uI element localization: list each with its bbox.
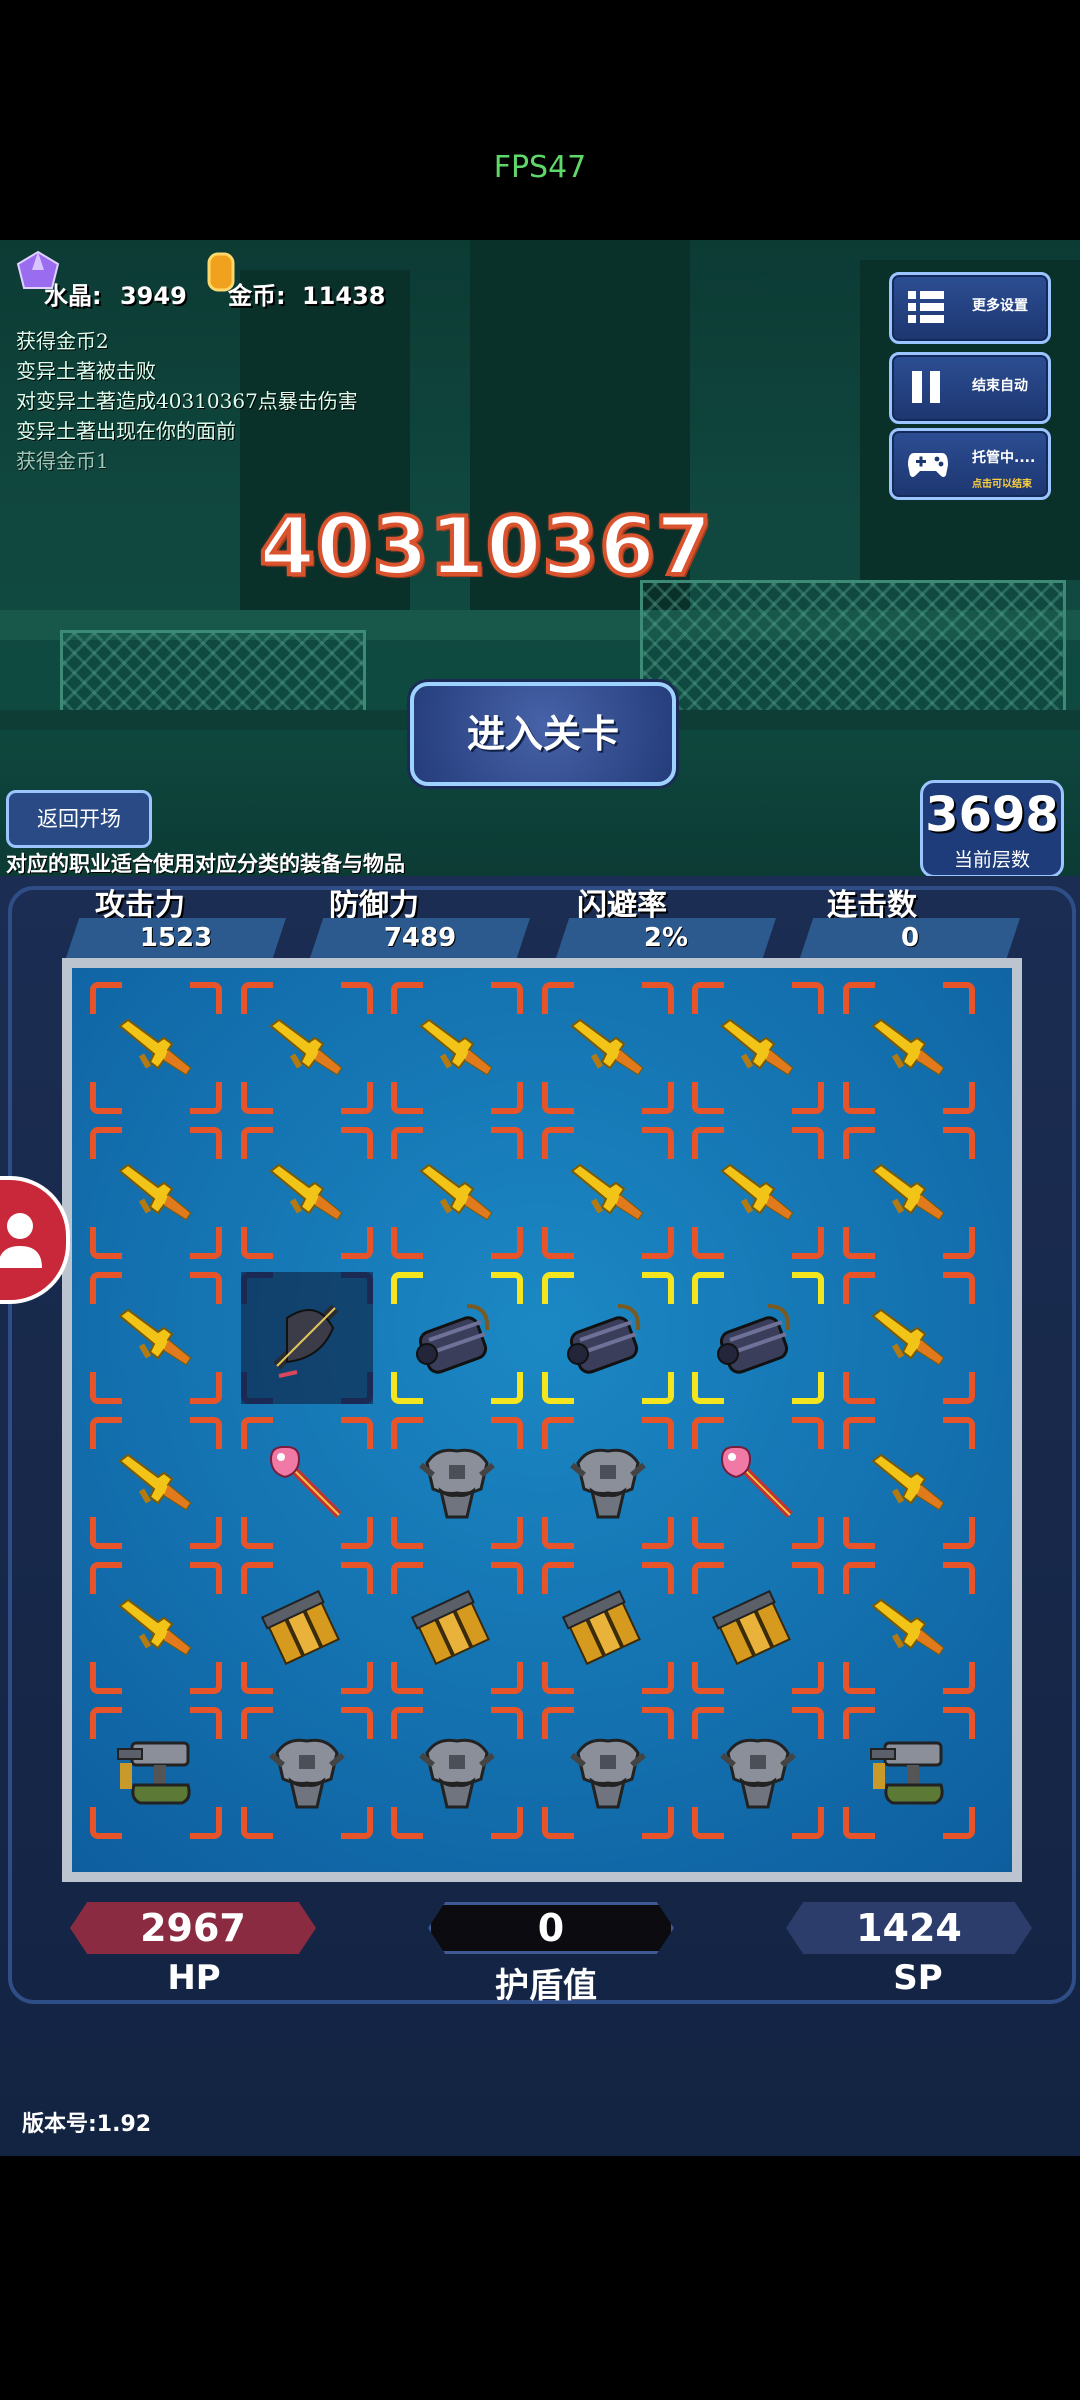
pause-icon: [906, 367, 946, 407]
inventory-slot[interactable]: [692, 1417, 824, 1549]
user-icon: [0, 1213, 42, 1268]
inventory-slot[interactable]: [90, 1272, 222, 1404]
inventory-slot[interactable]: [90, 1417, 222, 1549]
inventory-slot[interactable]: [541, 1417, 674, 1549]
managed-sub-label: 点击可以结束: [972, 479, 1032, 490]
log-line: 获得金币1: [16, 449, 109, 473]
gamepad-icon: [906, 443, 948, 483]
inventory-slot[interactable]: [692, 1562, 824, 1694]
sp-value: 1424: [856, 1906, 962, 1950]
defense-label: 防御力: [329, 888, 419, 923]
inventory-slot[interactable]: [90, 1127, 222, 1259]
shield-bar: 0: [428, 1902, 674, 1954]
combo-label: 连击数: [827, 888, 917, 923]
attack-label: 攻击力: [95, 888, 185, 923]
inventory-slot[interactable]: [391, 982, 523, 1114]
log-line: 变异土著出现在你的面前: [16, 419, 236, 443]
dodge-label: 闪避率: [577, 888, 667, 923]
crystal-value: 3949: [119, 282, 187, 310]
back-to-start-button[interactable]: 返回开场: [6, 790, 152, 848]
inventory-slot[interactable]: [90, 1562, 222, 1694]
inventory-slot[interactable]: [240, 1562, 373, 1694]
inventory-slot[interactable]: [692, 1272, 824, 1404]
inventory-grid: [62, 958, 1022, 1882]
more-settings-label: 更多设置: [972, 298, 1028, 314]
battle-log: 获得金币2 变异土著被击败 对变异土著造成40310367点暴击伤害 变异土著出…: [16, 326, 358, 476]
floor-counter: 3698 当前层数: [920, 780, 1064, 878]
dodge-value: 2%: [556, 918, 776, 958]
shield-value: 0: [537, 1906, 565, 1950]
inventory-slot[interactable]: [391, 1272, 523, 1404]
inventory-slot[interactable]: [541, 1562, 674, 1694]
more-settings-button[interactable]: 更多设置: [889, 272, 1051, 344]
inventory-slot[interactable]: [692, 1707, 824, 1839]
inventory-slot[interactable]: [842, 1272, 975, 1404]
list-icon: [906, 287, 946, 327]
inventory-slot[interactable]: [842, 1127, 975, 1259]
inventory-slot[interactable]: [90, 982, 222, 1114]
inventory-slot[interactable]: [391, 1127, 523, 1259]
log-line: 获得金币2: [16, 329, 109, 353]
inventory-slot[interactable]: [240, 982, 373, 1114]
sp-bar: 1424: [786, 1902, 1032, 1954]
crystal-label: 水晶:: [44, 282, 102, 310]
end-auto-button[interactable]: 结束自动: [889, 352, 1051, 424]
inventory-slot[interactable]: [240, 1417, 373, 1549]
version-label: 版本号:1.92: [22, 2112, 152, 2137]
class-tip: 对应的职业适合使用对应分类的装备与物品: [6, 852, 405, 876]
inventory-slot[interactable]: [842, 1562, 975, 1694]
managed-label: 托管中....: [972, 450, 1036, 466]
inventory-slot[interactable]: [541, 1707, 674, 1839]
inventory-slot[interactable]: [692, 1127, 824, 1259]
inventory-slot[interactable]: [391, 1562, 523, 1694]
gold-value: 11438: [301, 282, 386, 310]
fps-counter: FPS47: [493, 150, 587, 185]
end-auto-label: 结束自动: [972, 378, 1028, 394]
floor-value: 3698: [925, 787, 1059, 843]
inventory-slot[interactable]: [842, 1707, 975, 1839]
damage-number: 40310367: [257, 498, 713, 595]
inventory-slot[interactable]: [541, 982, 674, 1114]
inventory-slot[interactable]: [90, 1707, 222, 1839]
floor-label: 当前层数: [953, 849, 1030, 871]
inventory-slot[interactable]: [240, 1127, 373, 1259]
inventory-slot[interactable]: [240, 1272, 373, 1404]
inventory-slot[interactable]: [541, 1272, 674, 1404]
inventory-slot[interactable]: [240, 1707, 373, 1839]
hp-label: HP: [167, 1958, 221, 1998]
inventory-slot[interactable]: [842, 1417, 975, 1549]
managed-button[interactable]: 托管中.... 点击可以结束: [889, 428, 1051, 500]
inventory-slot[interactable]: [541, 1127, 674, 1259]
log-line: 变异土著被击败: [16, 359, 156, 383]
inventory-slot[interactable]: [692, 982, 824, 1114]
gold-label: 金币:: [228, 282, 286, 310]
combo-value: 0: [800, 918, 1020, 958]
inventory-slot[interactable]: [391, 1417, 523, 1549]
shield-label: 护盾值: [495, 1966, 597, 2006]
inventory-slot[interactable]: [391, 1707, 523, 1839]
log-line: 对变异土著造成40310367点暴击伤害: [16, 389, 358, 413]
enter-level-button[interactable]: 进入关卡: [410, 682, 676, 786]
defense-value: 7489: [310, 918, 530, 958]
hp-bar: 2967: [70, 1902, 316, 1954]
hp-value: 2967: [140, 1906, 246, 1950]
attack-value: 1523: [66, 918, 286, 958]
sp-label: SP: [893, 1958, 943, 1998]
inventory-slot[interactable]: [842, 982, 975, 1114]
